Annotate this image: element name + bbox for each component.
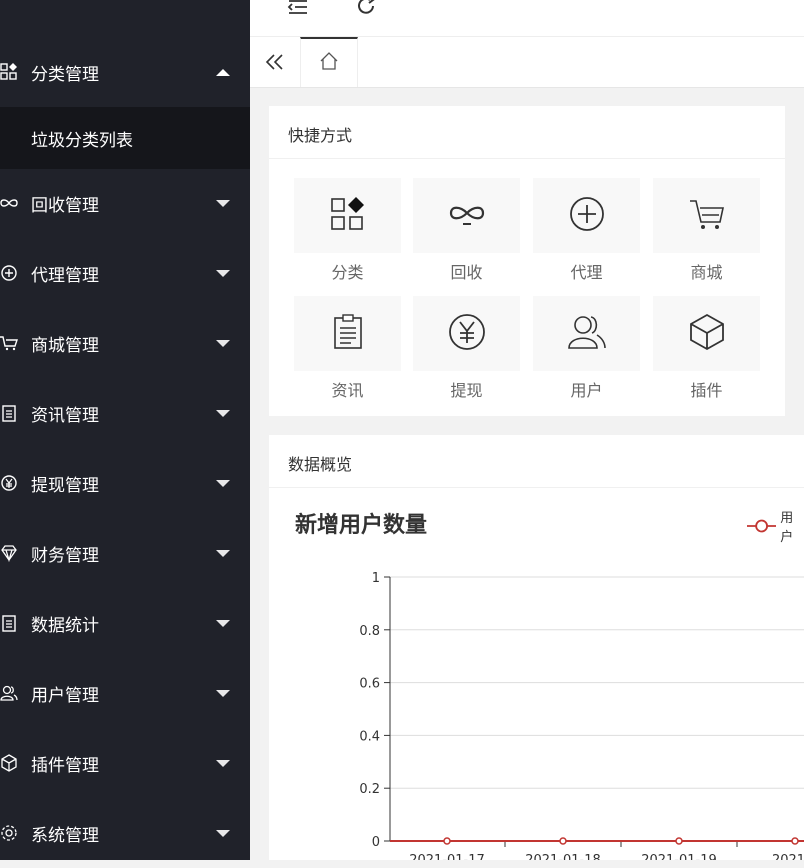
cart-icon	[688, 195, 726, 237]
chevron-down-icon	[216, 199, 230, 207]
chevron-down-icon	[216, 829, 230, 837]
sidebar: 分类管理 垃圾分类列表 回收管理 代理管理 商城管理 资讯管理 提现管理 财务管…	[0, 0, 250, 860]
quick-item-label: 商城	[690, 263, 723, 282]
chevron-down-icon	[216, 269, 230, 277]
quick-item-recycle[interactable]	[413, 178, 520, 253]
sidebar-item-system[interactable]: 系统管理	[0, 798, 250, 868]
sidebar-item-label: 用户管理	[31, 685, 99, 706]
quick-access-card: 快捷方式 分类 回收 代理 商城 资讯 提现 用户 插件	[269, 106, 785, 416]
clipboard-icon	[0, 612, 20, 634]
category-icon	[329, 195, 367, 237]
plus-circle-icon	[568, 195, 606, 237]
sidebar-item-label: 商城管理	[31, 335, 99, 356]
clipboard-icon	[0, 402, 20, 424]
chevron-up-icon	[216, 68, 230, 76]
cube-icon	[0, 752, 20, 774]
sidebar-item-mall[interactable]: 商城管理	[0, 308, 250, 378]
chevron-down-icon	[216, 759, 230, 767]
sidebar-item-agent[interactable]: 代理管理	[0, 238, 250, 308]
recycle-icon	[448, 195, 486, 237]
quick-item-withdraw[interactable]	[413, 296, 520, 371]
legend-marker	[747, 519, 777, 533]
data-overview-card: 数据概览 新增用户数量 用户	[269, 435, 804, 860]
card-title: 数据概览	[288, 455, 353, 474]
quick-item-label: 分类	[331, 263, 364, 282]
yen-circle-icon	[448, 313, 486, 355]
sidebar-item-label: 插件管理	[31, 755, 99, 776]
users-icon	[567, 313, 607, 355]
tab-bar	[250, 37, 804, 88]
quick-item-plugins[interactable]	[653, 296, 760, 371]
top-header	[250, 0, 804, 37]
chevron-down-icon	[216, 689, 230, 697]
home-icon	[318, 50, 340, 76]
sidebar-item-label: 提现管理	[31, 475, 99, 496]
sidebar-item-stats[interactable]: 数据统计	[0, 588, 250, 658]
users-icon	[0, 682, 20, 704]
category-icon	[0, 61, 20, 83]
quick-item-agent[interactable]	[533, 178, 640, 253]
sidebar-item-category[interactable]: 分类管理	[0, 37, 250, 107]
sidebar-item-recycle[interactable]: 回收管理	[0, 168, 250, 238]
sidebar-item-label: 分类管理	[31, 64, 99, 85]
sidebar-item-finance[interactable]: 财务管理	[0, 518, 250, 588]
card-header: 快捷方式	[269, 106, 785, 159]
chevron-down-icon	[216, 339, 230, 347]
chevron-down-icon	[216, 549, 230, 557]
cart-icon	[0, 332, 20, 354]
quick-item-label: 用户	[570, 381, 603, 400]
tab-home[interactable]	[300, 37, 358, 87]
chevron-down-icon	[216, 479, 230, 487]
quick-item-label: 提现	[450, 381, 483, 400]
gear-icon	[0, 822, 20, 844]
sidebar-item-label: 代理管理	[31, 265, 99, 286]
chevron-down-icon	[216, 619, 230, 627]
diamond-icon	[0, 542, 20, 564]
sidebar-item-label: 系统管理	[31, 825, 99, 846]
sidebar-item-label: 回收管理	[31, 195, 99, 216]
clipboard-icon	[329, 313, 367, 355]
quick-item-label: 代理	[570, 263, 603, 282]
sidebar-item-news[interactable]: 资讯管理	[0, 378, 250, 448]
chart-legend[interactable]: 用户	[747, 507, 804, 545]
quick-item-mall[interactable]	[653, 178, 760, 253]
quick-item-users[interactable]	[533, 296, 640, 371]
card-header: 数据概览	[269, 435, 804, 488]
quick-item-label: 插件	[690, 381, 723, 400]
chart-title: 新增用户数量	[295, 513, 428, 538]
legend-label: 用户	[780, 511, 794, 545]
sidebar-subitem-garbage-list[interactable]: 垃圾分类列表	[0, 107, 250, 169]
sidebar-item-users[interactable]: 用户管理	[0, 658, 250, 728]
card-title: 快捷方式	[288, 126, 353, 145]
quick-item-label: 资讯	[331, 381, 364, 400]
sidebar-item-label: 资讯管理	[31, 405, 99, 426]
sidebar-item-label: 数据统计	[31, 615, 99, 636]
double-chevron-left-icon[interactable]	[264, 51, 286, 77]
cube-icon	[688, 313, 726, 355]
quick-item-category[interactable]	[294, 178, 401, 253]
refresh-icon[interactable]	[356, 0, 378, 20]
yen-circle-icon	[0, 472, 20, 494]
sidebar-subitem-label: 垃圾分类列表	[31, 131, 133, 151]
sidebar-item-withdraw[interactable]: 提现管理	[0, 448, 250, 518]
quick-item-news[interactable]	[294, 296, 401, 371]
quick-item-label: 回收	[450, 263, 483, 282]
recycle-icon	[0, 192, 20, 214]
chevron-down-icon	[216, 409, 230, 417]
collapse-menu-icon[interactable]	[286, 0, 310, 20]
sidebar-item-plugins[interactable]: 插件管理	[0, 728, 250, 798]
sidebar-item-label: 财务管理	[31, 545, 99, 566]
plus-circle-icon	[0, 262, 20, 284]
